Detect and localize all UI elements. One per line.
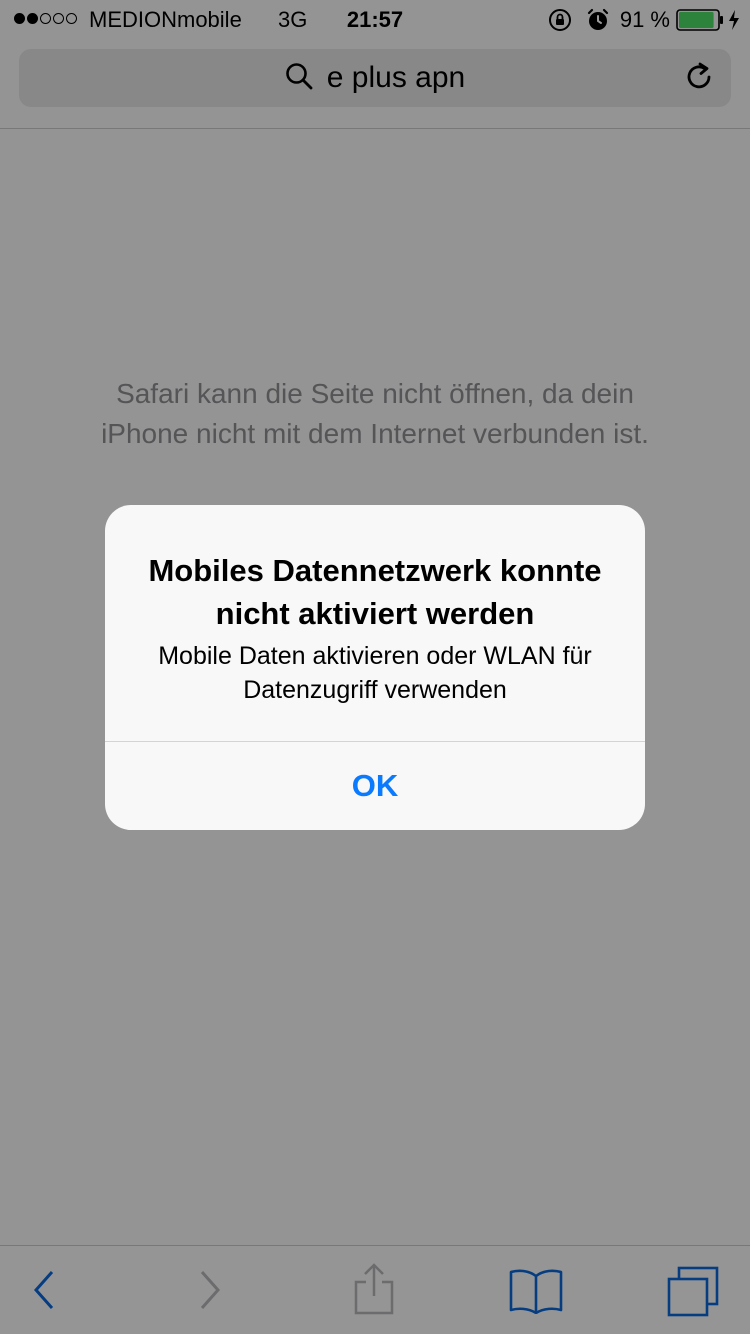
alert-title: Mobiles Datennetzwerk konnte nicht aktiv… bbox=[148, 553, 602, 631]
ok-button[interactable]: OK bbox=[105, 742, 645, 830]
alert-message: Mobile Daten aktivieren oder WLAN für Da… bbox=[158, 642, 592, 704]
safari-screen: MEDIONmobile 3G 21:57 91 % e plus apn Sa… bbox=[0, 0, 750, 1334]
alert-dialog: Mobiles Datennetzwerk konnte nicht aktiv… bbox=[105, 505, 645, 830]
